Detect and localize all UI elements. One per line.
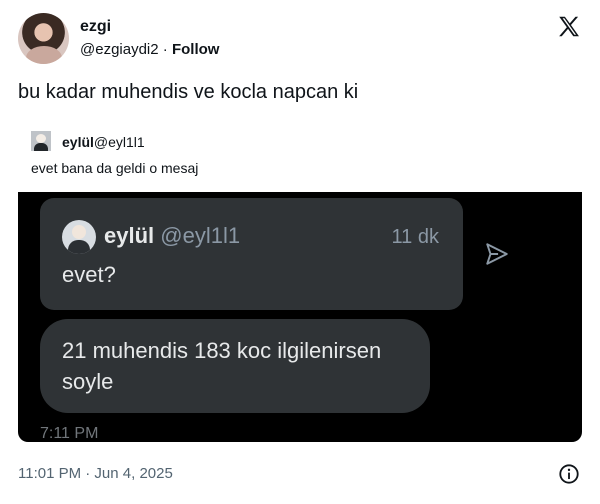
send-icon xyxy=(486,243,508,265)
quoted-author[interactable]: eylül@eyl1l1 xyxy=(62,134,145,150)
quoted-name: eylül xyxy=(62,134,94,150)
author-avatar[interactable] xyxy=(18,13,69,64)
bubble-text: evet? xyxy=(62,262,116,287)
quoted-text: evet bana da geldi o mesaj xyxy=(31,160,199,176)
info-icon[interactable] xyxy=(558,463,580,485)
quoted-avatar[interactable] xyxy=(31,131,51,151)
x-logo-icon[interactable] xyxy=(556,14,582,40)
bubble-avatar xyxy=(62,220,96,254)
message-bubble: 21 muhendis 183 koc ilgilenirsen soyle xyxy=(40,319,430,413)
follow-button[interactable]: Follow xyxy=(172,41,220,58)
attached-screenshot[interactable]: eylül @eyl1l1 11 dk evet? 21 muhendis 18… xyxy=(18,192,582,442)
bubble-author: eylül @eyl1l1 xyxy=(104,223,240,249)
separator: · xyxy=(162,41,168,58)
quoted-handle: @eyl1l1 xyxy=(93,134,145,150)
tweet-text: bu kadar muhendis ve kocla napcan ki xyxy=(18,81,359,103)
author-handle-line: @ezgiaydi2 · Follow xyxy=(80,41,219,58)
message-time: 7:11 PM xyxy=(40,425,99,442)
bubble-handle: @eyl1l1 xyxy=(160,223,241,248)
tweet-timestamp[interactable]: 11:01 PM · Jun 4, 2025 xyxy=(18,465,173,482)
author-handle[interactable]: @ezgiaydi2 xyxy=(80,41,159,58)
message-bubble-quote: eylül @eyl1l1 11 dk evet? xyxy=(40,198,463,310)
bubble-time: 11 dk xyxy=(391,226,439,248)
message-text: 21 muhendis 183 koc ilgilenirsen soyle xyxy=(62,338,382,394)
author-name[interactable]: ezgi xyxy=(80,18,111,36)
bubble-name: eylül xyxy=(104,223,155,248)
